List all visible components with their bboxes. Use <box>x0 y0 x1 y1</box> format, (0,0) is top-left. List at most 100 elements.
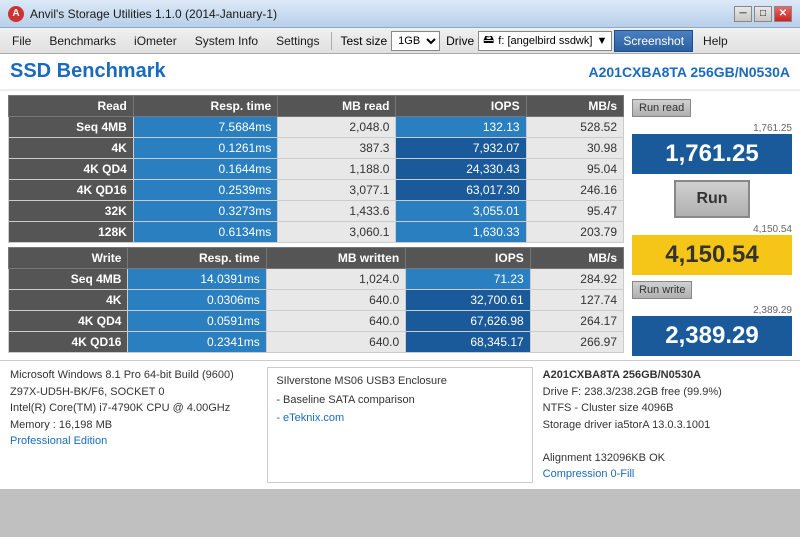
write-resp: 0.0306ms <box>128 290 266 311</box>
total-score-small: 4,150.54 <box>632 224 792 235</box>
drive-icon: 🖴 <box>483 31 494 50</box>
write-row-label: 4K QD16 <box>9 332 128 353</box>
sys-line-4: Memory : 16,198 MB <box>10 417 257 434</box>
col-write: Write <box>9 248 128 269</box>
run-write-button[interactable]: Run write <box>632 281 692 299</box>
sys-line-1: Microsoft Windows 8.1 Pro 64-bit Build (… <box>10 367 257 384</box>
right-panel: Run read 1,761.25 1,761.25 Run 4,150.54 … <box>632 95 792 356</box>
run-read-row: Run read <box>632 99 792 117</box>
read-mb: 3,077.1 <box>278 180 396 201</box>
read-row-label: 4K <box>9 138 134 159</box>
run-write-row: Run write <box>632 281 792 299</box>
drive-dropdown-icon: ▼ <box>596 35 607 47</box>
read-resp: 0.1261ms <box>133 138 277 159</box>
ssd-model: A201CXBA8TA 256GB/N0530A <box>588 64 790 80</box>
read-mbs: 30.98 <box>526 138 623 159</box>
read-iops: 3,055.01 <box>396 201 526 222</box>
col-iops-write: IOPS <box>406 248 531 269</box>
drive-info-align: Alignment 132096KB OK <box>543 450 790 467</box>
read-table-row: 32K 0.3273ms 1,433.6 3,055.01 95.47 <box>9 201 624 222</box>
system-info: Microsoft Windows 8.1 Pro 64-bit Build (… <box>10 367 257 483</box>
write-iops: 67,626.98 <box>406 311 531 332</box>
write-resp: 0.0591ms <box>128 311 266 332</box>
read-mb: 1,188.0 <box>278 159 396 180</box>
write-resp: 14.0391ms <box>128 269 266 290</box>
read-mbs: 246.16 <box>526 180 623 201</box>
read-iops: 63,017.30 <box>396 180 526 201</box>
menu-bar: File Benchmarks iOmeter System Info Sett… <box>0 28 800 54</box>
menu-settings[interactable]: Settings <box>268 30 327 52</box>
read-mb: 2,048.0 <box>278 117 396 138</box>
menu-iometer[interactable]: iOmeter <box>126 30 185 52</box>
read-score-block: 1,761.25 1,761.25 <box>632 123 792 174</box>
col-resp-time-write: Resp. time <box>128 248 266 269</box>
ssd-header: SSD Benchmark A201CXBA8TA 256GB/N0530A <box>0 54 800 91</box>
write-mb: 640.0 <box>266 311 405 332</box>
read-mb: 3,060.1 <box>278 222 396 243</box>
drive-label: Drive <box>446 34 474 48</box>
col-resp-time-read: Resp. time <box>133 96 277 117</box>
col-mbs-read: MB/s <box>526 96 623 117</box>
write-table-row: 4K 0.0306ms 640.0 32,700.61 127.74 <box>9 290 624 311</box>
total-score-block: 4,150.54 4,150.54 <box>632 224 792 275</box>
read-mbs: 95.04 <box>526 159 623 180</box>
minimize-button[interactable]: ─ <box>734 6 752 22</box>
app-icon: A <box>8 6 24 22</box>
read-table-row: 4K QD16 0.2539ms 3,077.1 63,017.30 246.1… <box>9 180 624 201</box>
read-score-small: 1,761.25 <box>632 123 792 134</box>
read-resp: 0.1644ms <box>133 159 277 180</box>
read-table-row: 4K 0.1261ms 387.3 7,932.07 30.98 <box>9 138 624 159</box>
read-mbs: 528.52 <box>526 117 623 138</box>
center-line-2: - Baseline SATA comparison <box>276 391 523 410</box>
read-resp: 0.2539ms <box>133 180 277 201</box>
drive-info-spacer <box>543 433 790 450</box>
read-resp: 7.5684ms <box>133 117 277 138</box>
close-button[interactable]: ✕ <box>774 6 792 22</box>
drive-selector[interactable]: 🖴 f: [angelbird ssdwk] ▼ <box>478 31 612 51</box>
drive-info-fs: NTFS - Cluster size 4096B <box>543 400 790 417</box>
center-line-3: - eTeknix.com <box>276 409 523 428</box>
write-iops: 68,345.17 <box>406 332 531 353</box>
write-row-label: 4K QD4 <box>9 311 128 332</box>
drive-info-model: A201CXBA8TA 256GB/N0530A <box>543 367 790 384</box>
read-row-label: 4K QD16 <box>9 180 134 201</box>
maximize-button[interactable]: □ <box>754 6 772 22</box>
menu-separator-1 <box>331 32 332 50</box>
read-table: Read Resp. time MB read IOPS MB/s Seq 4M… <box>8 95 624 243</box>
write-table-row: 4K QD4 0.0591ms 640.0 67,626.98 264.17 <box>9 311 624 332</box>
write-score-display: 2,389.29 <box>632 316 792 356</box>
total-score-display: 4,150.54 <box>632 235 792 275</box>
write-iops: 32,700.61 <box>406 290 531 311</box>
menu-help[interactable]: Help <box>695 30 736 52</box>
center-notes: SIlverstone MS06 USB3 Enclosure - Baseli… <box>267 367 532 483</box>
read-mbs: 203.79 <box>526 222 623 243</box>
menu-system-info[interactable]: System Info <box>187 30 266 52</box>
write-resp: 0.2341ms <box>128 332 266 353</box>
write-mbs: 266.97 <box>530 332 623 353</box>
read-row-label: 128K <box>9 222 134 243</box>
write-table-row: Seq 4MB 14.0391ms 1,024.0 71.23 284.92 <box>9 269 624 290</box>
write-row-label: 4K <box>9 290 128 311</box>
ssd-title: SSD Benchmark <box>10 60 166 83</box>
run-read-button[interactable]: Run read <box>632 99 691 117</box>
read-table-row: 128K 0.6134ms 3,060.1 1,630.33 203.79 <box>9 222 624 243</box>
run-button[interactable]: Run <box>674 180 749 218</box>
read-mbs: 95.47 <box>526 201 623 222</box>
menu-file[interactable]: File <box>4 30 39 52</box>
screenshot-button[interactable]: Screenshot <box>614 30 693 52</box>
menu-benchmarks[interactable]: Benchmarks <box>41 30 124 52</box>
read-iops: 132.13 <box>396 117 526 138</box>
write-mb: 1,024.0 <box>266 269 405 290</box>
write-mb: 640.0 <box>266 290 405 311</box>
drive-group: Drive 🖴 f: [angelbird ssdwk] ▼ <box>446 31 612 51</box>
pro-edition-label: Professional Edition <box>10 433 257 450</box>
test-size-label: Test size <box>340 34 387 48</box>
window-controls: ─ □ ✕ <box>734 6 792 22</box>
drive-value: f: [angelbird ssdwk] <box>498 35 592 47</box>
write-table: Write Resp. time MB written IOPS MB/s Se… <box>8 247 624 353</box>
col-mb-written: MB written <box>266 248 405 269</box>
test-size-select[interactable]: 1GB 4GB <box>391 31 440 51</box>
col-mb-read: MB read <box>278 96 396 117</box>
read-row-label: 32K <box>9 201 134 222</box>
write-mb: 640.0 <box>266 332 405 353</box>
